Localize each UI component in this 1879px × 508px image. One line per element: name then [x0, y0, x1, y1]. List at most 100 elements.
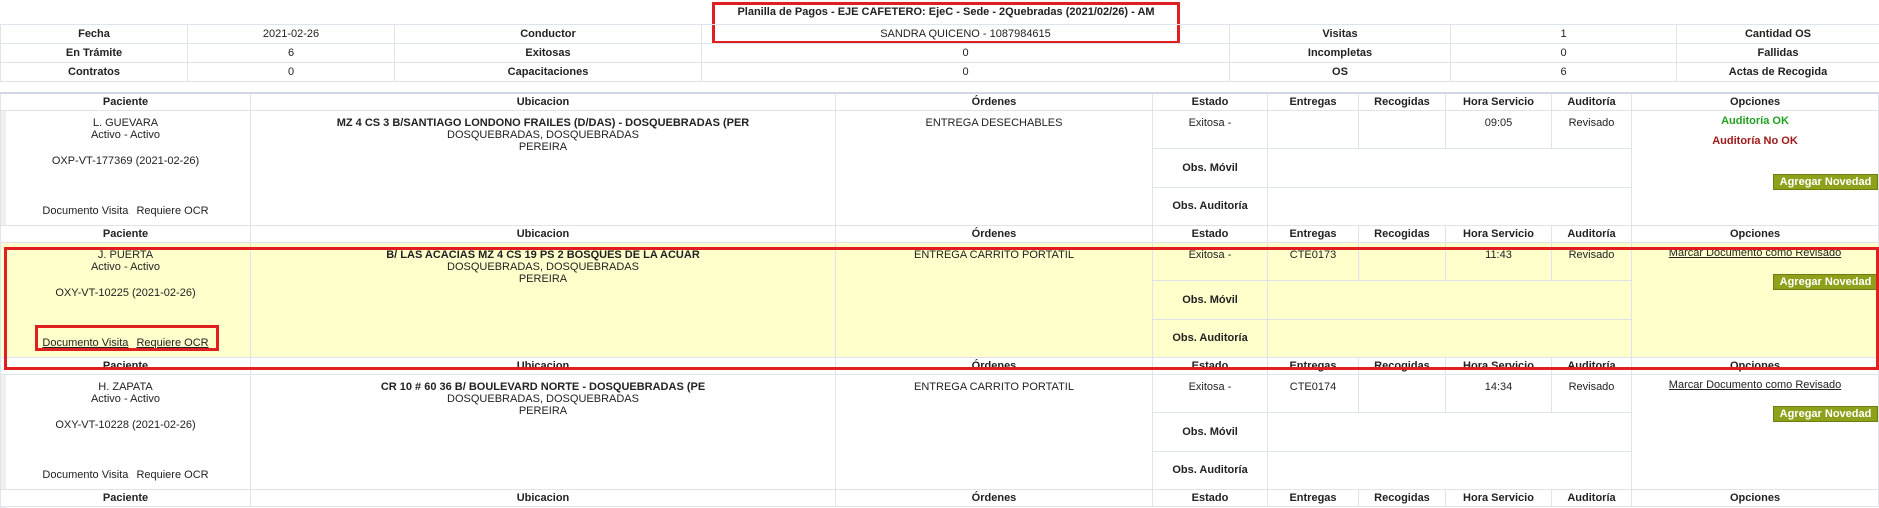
location-line-2: DOSQUEBRADAS, DOSQUEBRADAS — [447, 129, 639, 141]
requiere-ocr-link[interactable]: Requiere OCR — [136, 469, 208, 481]
header-ordenes: Órdenes — [835, 489, 1153, 507]
table-header-row: Paciente Ubicacion Órdenes Estado Entregas Re… — [0, 489, 1879, 507]
patient-name: L. GUEVARA — [92, 117, 159, 129]
order-text: ENTREGA CARRITO PORTATIL — [914, 381, 1074, 393]
header-recogidas: Recogidas — [1358, 225, 1446, 243]
en-tramite-label: En Trámite — [0, 43, 188, 63]
status-text: Exitosa - — [1188, 117, 1232, 129]
location-cell: MZ 4 CS 3 B/SANTIAGO LONDONO FRAILES (D/… — [250, 110, 836, 226]
pickups-cell — [1358, 241, 1446, 282]
os-value: 6 — [1450, 62, 1677, 82]
status-cell: Exitosa - — [1152, 109, 1268, 150]
fecha-label: Fecha — [0, 24, 188, 44]
header-entregas: Entregas — [1267, 225, 1359, 243]
header-paciente: Paciente — [0, 92, 251, 111]
patient-links: Documento Visita Requiere OCR — [2, 205, 250, 217]
header-auditoria: Auditoría — [1551, 489, 1632, 507]
audit-cell: Revisado — [1551, 373, 1632, 414]
patient-links: Documento Visita Requiere OCR — [2, 469, 250, 481]
fallidas-label: Fallidas — [1676, 43, 1879, 63]
obs-movil-label: Obs. Móvil — [1152, 148, 1268, 188]
incompletas-value: 0 — [1450, 43, 1677, 63]
patient-name: H. ZAPATA — [98, 381, 153, 393]
options-cell: Marcar Documento como Revisado Agregar No… — [1631, 374, 1879, 490]
order-cell: ENTREGA DESECHABLES — [835, 110, 1153, 226]
summary-row-1: Fecha 2021-02-26 Conductor SANDRA QUICEN… — [0, 24, 1879, 44]
header-hora: Hora Servicio — [1445, 225, 1552, 243]
order-text: ENTREGA DESECHABLES — [925, 117, 1063, 129]
contratos-label: Contratos — [0, 62, 188, 82]
status-cell: Exitosa - — [1152, 373, 1268, 414]
audit-text: Revisado — [1568, 249, 1615, 261]
deliveries-text: CTE0173 — [1289, 249, 1337, 261]
obs-movil-value[interactable] — [1267, 412, 1632, 452]
header-opciones: Opciones — [1631, 225, 1879, 243]
location-line-3: PEREIRA — [518, 273, 568, 285]
agregar-novedad-button[interactable]: Agregar Novedad — [1773, 274, 1878, 290]
header-estado: Estado — [1152, 489, 1268, 507]
patient-cell: H. ZAPATA Activo - Activo OXY-VT-10228 (20… — [0, 374, 251, 490]
location-cell: CR 10 # 60 36 B/ BOULEVARD NORTE - DOSQU… — [250, 374, 836, 490]
summary-row-3: Contratos 0 Capacitaciones 0 OS 6 Actas … — [0, 62, 1879, 82]
location-line-3: PEREIRA — [518, 405, 568, 417]
capacitaciones-label: Capacitaciones — [394, 62, 702, 82]
location-line-2: DOSQUEBRADAS, DOSQUEBRADAS — [447, 261, 639, 273]
obs-movil-label: Obs. Móvil — [1152, 280, 1268, 320]
header-ordenes: Órdenes — [835, 92, 1153, 111]
patient-state: Activo - Activo — [90, 261, 161, 273]
obs-movil-value[interactable] — [1267, 148, 1632, 188]
obs-movil-value[interactable] — [1267, 280, 1632, 320]
documento-visita-link[interactable]: Documento Visita — [42, 337, 128, 349]
capacitaciones-value: 0 — [701, 62, 1230, 82]
header-opciones: Opciones — [1631, 357, 1879, 375]
location-line-3: PEREIRA — [518, 141, 568, 153]
header-auditoria: Auditoría — [1551, 92, 1632, 111]
header-ubicacion: Ubicacion — [250, 357, 836, 375]
auditoria-no-ok-link[interactable]: Auditoría No OK — [1636, 135, 1874, 147]
exitosas-label: Exitosas — [394, 43, 702, 63]
header-recogidas: Recogidas — [1358, 489, 1446, 507]
location-line-1: B/ LAS ACACIAS MZ 4 CS 19 PS 2 BOSQUES D… — [386, 249, 700, 261]
header-auditoria: Auditoría — [1551, 357, 1632, 375]
header-ubicacion: Ubicacion — [250, 92, 836, 111]
conductor-value: SANDRA QUICENO - 1087984615 — [701, 24, 1230, 44]
status-text: Exitosa - — [1188, 381, 1232, 393]
header-estado: Estado — [1152, 225, 1268, 243]
visit-row: H. ZAPATA Activo - Activo OXY-VT-10228 (20… — [0, 373, 1879, 490]
patient-cell: J. PUERTA Activo - Activo OXY-VT-10225 (20… — [0, 242, 251, 358]
agregar-novedad-button[interactable]: Agregar Novedad — [1773, 406, 1878, 422]
obs-auditoria-label: Obs. Auditoría — [1152, 186, 1268, 227]
obs-auditoria-value[interactable] — [1267, 318, 1632, 359]
header-opciones: Opciones — [1631, 489, 1879, 507]
requiere-ocr-link[interactable]: Requiere OCR — [136, 205, 208, 217]
documento-visita-link[interactable]: Documento Visita — [42, 205, 128, 217]
status-cell: Exitosa - — [1152, 241, 1268, 282]
patient-state: Activo - Activo — [90, 129, 161, 141]
documento-visita-link[interactable]: Documento Visita — [42, 469, 128, 481]
header-opciones: Opciones — [1631, 92, 1879, 111]
table-header-row: Paciente Ubicacion Órdenes Estado Entregas Re… — [0, 357, 1879, 375]
obs-auditoria-value[interactable] — [1267, 450, 1632, 491]
mark-reviewed-link[interactable]: Marcar Documento como Revisado — [1636, 379, 1874, 391]
agregar-novedad-button[interactable]: Agregar Novedad — [1773, 174, 1878, 190]
patient-code: OXY-VT-10228 (2021-02-26) — [55, 419, 196, 431]
header-ordenes: Órdenes — [835, 357, 1153, 375]
header-recogidas: Recogidas — [1358, 357, 1446, 375]
visitas-label: Visitas — [1229, 24, 1451, 44]
patient-cell: L. GUEVARA Activo - Activo OXP-VT-177369 (… — [0, 110, 251, 226]
header-auditoria: Auditoría — [1551, 225, 1632, 243]
header-hora: Hora Servicio — [1445, 92, 1552, 111]
obs-auditoria-value[interactable] — [1267, 186, 1632, 227]
requiere-ocr-link[interactable]: Requiere OCR — [136, 337, 208, 349]
order-text: ENTREGA CARRITO PORTATIL — [914, 249, 1074, 261]
patient-state: Activo - Activo — [90, 393, 161, 405]
auditoria-ok-link[interactable]: Auditoría OK — [1636, 115, 1874, 127]
order-cell: ENTREGA CARRITO PORTATIL — [835, 242, 1153, 358]
mark-reviewed-link[interactable]: Marcar Documento como Revisado — [1636, 247, 1874, 259]
service-time-cell: 11:43 — [1445, 241, 1552, 282]
status-text: Exitosa - — [1188, 249, 1232, 261]
location-cell: B/ LAS ACACIAS MZ 4 CS 19 PS 2 BOSQUES D… — [250, 242, 836, 358]
service-time-text: 11:43 — [1485, 249, 1512, 261]
header-ubicacion: Ubicacion — [250, 489, 836, 507]
header-entregas: Entregas — [1267, 92, 1359, 111]
